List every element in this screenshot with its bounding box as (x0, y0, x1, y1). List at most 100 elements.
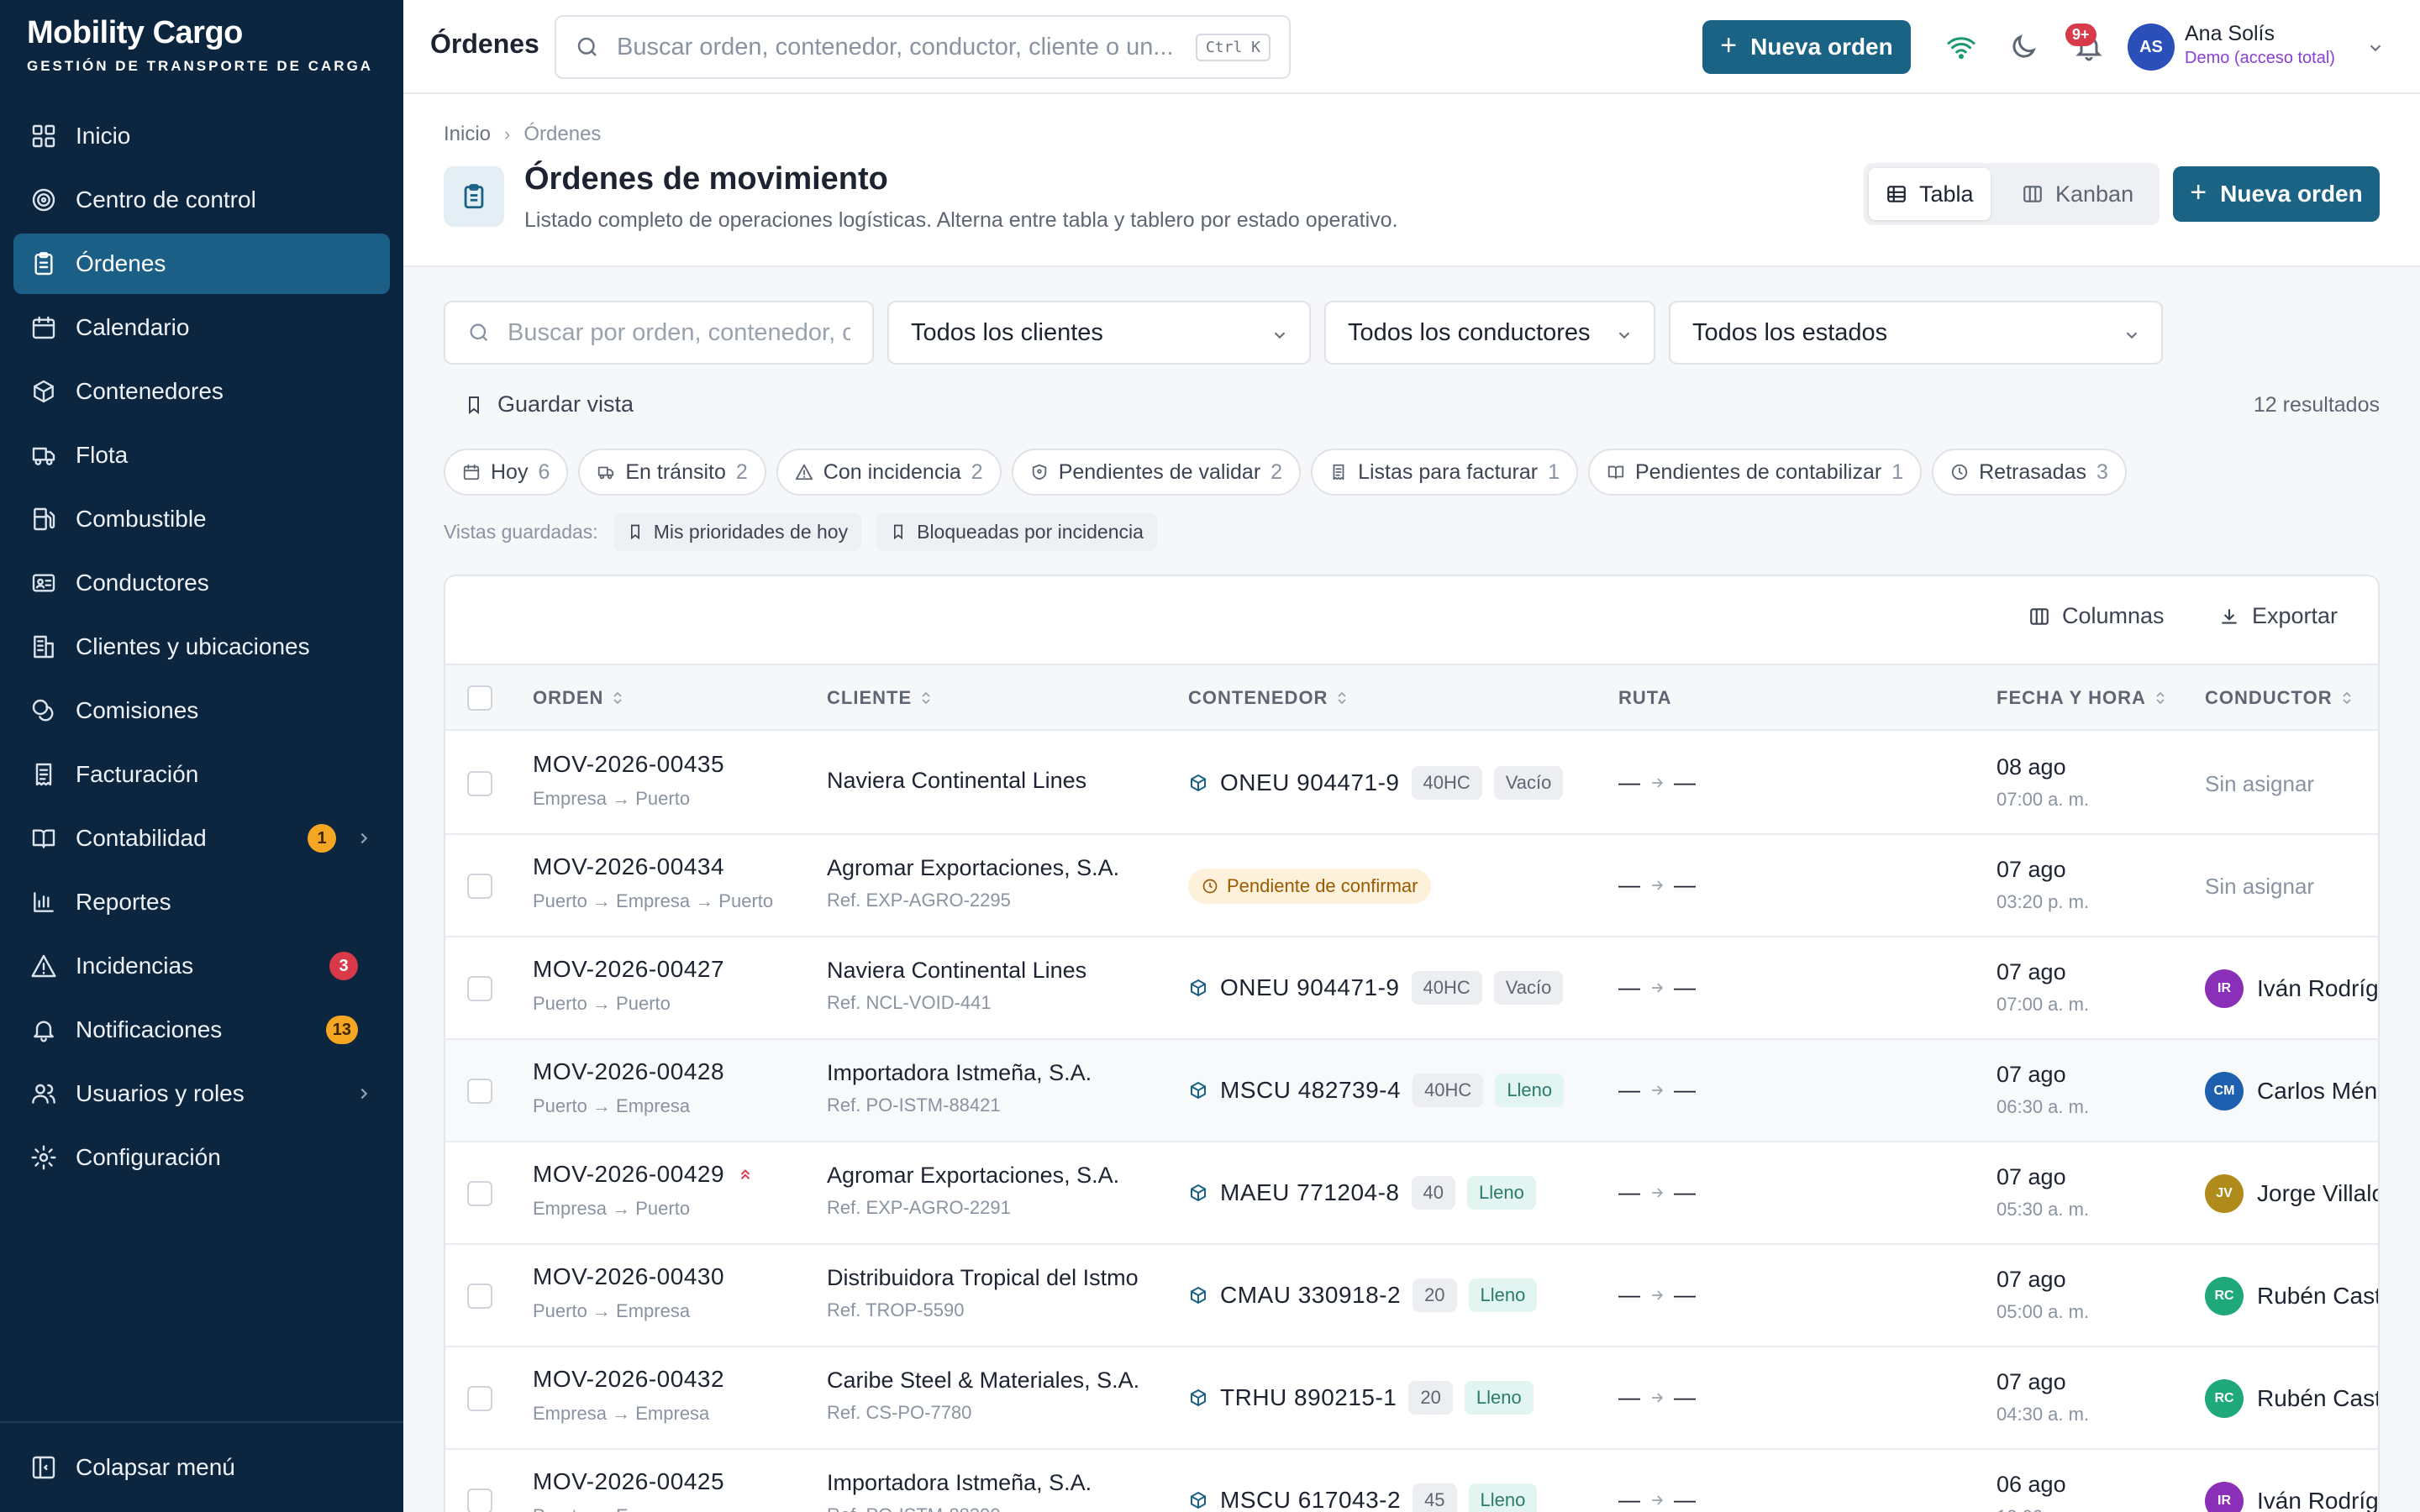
brand[interactable]: Mobility Cargo GESTIÓN DE TRANSPORTE DE … (27, 15, 373, 75)
sidebar-item-conductores[interactable]: Conductores (13, 553, 390, 613)
order-search-input[interactable]: Buscar por orden, contenedor, conductor (444, 301, 874, 365)
sidebar-item-usuarios-y-roles[interactable]: Usuarios y roles (13, 1063, 390, 1124)
driver-cell[interactable]: Sin asignar (2205, 874, 2314, 900)
order-cell[interactable]: MOV-2026-00428 Puerto → Empresa (533, 1058, 724, 1117)
order-cell[interactable]: MOV-2026-00435 Empresa → Puerto (533, 751, 724, 810)
header-datetime[interactable]: FECHA Y HORA (1996, 687, 2166, 709)
collapse-menu-button[interactable]: Colapsar menú (0, 1421, 403, 1512)
order-id[interactable]: MOV-2026-00435 (533, 751, 724, 778)
table-row[interactable]: MOV-2026-00428 Puerto → Empresa Importador… (445, 1040, 2378, 1142)
order-id[interactable]: MOV-2026-00432 (533, 1366, 724, 1393)
driver-cell[interactable]: Sin asignar (2205, 771, 2314, 797)
select-all-checkbox[interactable] (467, 685, 492, 711)
moon-icon[interactable] (2008, 32, 2039, 62)
chip-listas-para-facturar[interactable]: Listas para facturar 1 (1311, 449, 1578, 496)
order-cell[interactable]: MOV-2026-00434 Puerto → Empresa → Puerto (533, 853, 773, 912)
new-order-button[interactable]: + Nueva orden (2173, 166, 2380, 222)
view-kanban-tab[interactable]: Kanban (2005, 168, 2150, 220)
driver-cell[interactable]: RC Rubén Castillo (2205, 1379, 2378, 1418)
row-checkbox[interactable] (467, 771, 492, 796)
order-id[interactable]: MOV-2026-00425 (533, 1468, 724, 1495)
chip-en-transito[interactable]: En tránsito 2 (578, 449, 766, 496)
table-row[interactable]: MOV-2026-00434 Puerto → Empresa → Puerto A… (445, 835, 2378, 937)
sidebar-item-configuracion[interactable]: Configuración (13, 1127, 390, 1188)
chip-con-incidencia[interactable]: Con incidencia 2 (776, 449, 1002, 496)
sidebar-item-comisiones[interactable]: Comisiones (13, 680, 390, 741)
order-cell[interactable]: MOV-2026-00432 Empresa → Empresa (533, 1366, 724, 1425)
sidebar-item-centro-de-control[interactable]: Centro de control (13, 170, 390, 230)
chip-retrasadas[interactable]: Retrasadas 3 (1932, 449, 2127, 496)
chip-hoy[interactable]: Hoy 6 (444, 449, 569, 496)
table-row[interactable]: MOV-2026-00429 Empresa → Puerto Agromar Ex… (445, 1142, 2378, 1245)
row-checkbox[interactable] (467, 1181, 492, 1206)
view-table-tab[interactable]: Tabla (1869, 168, 1991, 220)
sidebar-item-contabilidad[interactable]: Contabilidad 1 (13, 808, 390, 869)
sidebar-item-ordenes[interactable]: Órdenes (13, 234, 390, 294)
header-client[interactable]: CLIENTE (827, 687, 932, 709)
driver-cell[interactable]: RC Rubén Castillo (2205, 1277, 2378, 1315)
save-view-button[interactable]: Guardar vista (464, 391, 634, 417)
sidebar-item-inicio[interactable]: Inicio (13, 106, 390, 166)
sidebar-item-notificaciones[interactable]: Notificaciones 13 (13, 1000, 390, 1060)
sidebar-item-combustible[interactable]: Combustible (13, 489, 390, 549)
status-filter-select[interactable]: Todos los estados (1669, 301, 2163, 365)
order-id[interactable]: MOV-2026-00430 (533, 1263, 724, 1290)
driver-cell[interactable]: CM Carlos Méndez (2205, 1072, 2378, 1110)
row-checkbox[interactable] (467, 976, 492, 1001)
sidebar-item-contenedores[interactable]: Contenedores (13, 361, 390, 422)
topbar-new-order-label: Nueva orden (1750, 34, 1893, 60)
sidebar-item-clientes-y-ubicaciones[interactable]: Clientes y ubicaciones (13, 617, 390, 677)
table-row[interactable]: MOV-2026-00432 Empresa → Empresa Caribe St… (445, 1347, 2378, 1450)
order-id[interactable]: MOV-2026-00434 (533, 853, 724, 880)
chip-pendientes-de-validar[interactable]: Pendientes de validar 2 (1011, 449, 1302, 496)
row-checkbox[interactable] (467, 1386, 492, 1411)
sidebar-item-flota[interactable]: Flota (13, 425, 390, 486)
user-name[interactable]: Ana Solís (2185, 22, 2275, 46)
chevron-down-icon[interactable] (2366, 39, 2385, 57)
header-container[interactable]: CONTENEDOR (1188, 687, 1348, 709)
order-cell[interactable]: MOV-2026-00430 Puerto → Empresa (533, 1263, 724, 1322)
order-id[interactable]: MOV-2026-00427 (533, 956, 724, 983)
export-button[interactable]: Exportar (2218, 603, 2338, 629)
order-cell[interactable]: MOV-2026-00427 Puerto → Puerto (533, 956, 724, 1015)
topbar-new-order-button[interactable]: + Nueva orden (1702, 20, 1911, 74)
client-filter-select[interactable]: Todos los clientes (887, 301, 1311, 365)
chip-pendientes-de-contabilizar[interactable]: Pendientes de contabilizar 1 (1587, 449, 1923, 496)
user-avatar[interactable]: AS (2128, 24, 2175, 71)
sidebar-item-reportes[interactable]: Reportes (13, 872, 390, 932)
driver-filter-select[interactable]: Todos los conductores (1324, 301, 1655, 365)
receipt-icon (35, 763, 52, 786)
wifi-icon[interactable] (1946, 32, 1976, 62)
order-cell[interactable]: MOV-2026-00429 Empresa → Puerto (533, 1161, 753, 1220)
container-size-tag: 40HC (1411, 971, 1482, 1005)
global-search-input[interactable]: Buscar orden, contenedor, conductor, cli… (555, 15, 1291, 79)
sidebar-item-calendario[interactable]: Calendario (13, 297, 390, 358)
saved-view-item[interactable]: Bloqueadas por incidencia (876, 512, 1157, 551)
table-row[interactable]: MOV-2026-00425 Puerto → Empresa Importador… (445, 1450, 2378, 1512)
order-cell[interactable]: MOV-2026-00425 Puerto → Empresa (533, 1468, 724, 1512)
breadcrumb-home[interactable]: Inicio (444, 123, 491, 146)
saved-view-item[interactable]: Mis prioridades de hoy (613, 512, 862, 551)
header-order[interactable]: ORDEN (533, 687, 623, 709)
sidebar-item-incidencias[interactable]: Incidencias 3 (13, 936, 390, 996)
table-row[interactable]: MOV-2026-00427 Puerto → Puerto Naviera Con… (445, 937, 2378, 1040)
columns-button[interactable]: Columnas (2028, 603, 2165, 629)
driver-cell[interactable]: JV Jorge Villalobos (2205, 1174, 2378, 1213)
order-id[interactable]: MOV-2026-00429 (533, 1161, 724, 1188)
order-id[interactable]: MOV-2026-00428 (533, 1058, 724, 1085)
sidebar-item-facturacion[interactable]: Facturación (13, 744, 390, 805)
row-checkbox[interactable] (467, 1079, 492, 1104)
table-row[interactable]: MOV-2026-00435 Empresa → Puerto Naviera Co… (445, 732, 2378, 835)
row-checkbox[interactable] (467, 1284, 492, 1309)
container-cell: ONEU 904471-9 40HC Vacío (1188, 766, 1564, 800)
header-driver[interactable]: CONDUCTOR (2205, 687, 2353, 709)
driver-cell[interactable]: IR Iván Rodríguez (2205, 1482, 2378, 1512)
row-checkbox[interactable] (467, 1488, 492, 1512)
route-cell: — — (1618, 1179, 1696, 1205)
top-bar: Órdenes Buscar orden, contenedor, conduc… (403, 0, 2420, 94)
driver-cell[interactable]: IR Iván Rodríguez (2205, 969, 2378, 1008)
row-checkbox[interactable] (467, 874, 492, 899)
saved-views: Vistas guardadas: Mis prioridades de hoy… (444, 512, 1157, 551)
table-row[interactable]: MOV-2026-00430 Puerto → Empresa Distribuid… (445, 1245, 2378, 1347)
bookmark-icon (894, 524, 903, 540)
